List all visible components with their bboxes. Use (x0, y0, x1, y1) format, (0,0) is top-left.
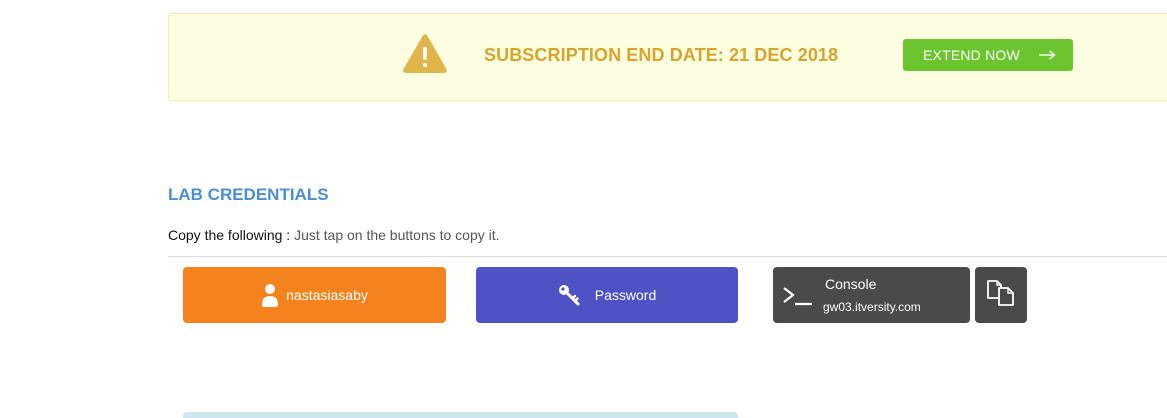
divider (168, 256, 1167, 257)
copy-icon (986, 279, 1016, 312)
next-panel (183, 412, 738, 418)
page: SUBSCRIPTION END DATE: 21 DEC 2018 EXTEN… (0, 0, 1167, 418)
username-copy-button[interactable]: nastasiasaby (183, 267, 446, 323)
extend-now-button[interactable]: EXTEND NOW (903, 39, 1073, 71)
terminal-icon (782, 285, 814, 312)
lab-credentials-title: LAB CREDENTIALS (168, 185, 329, 204)
console-host: gw03.itversity.com (823, 300, 921, 314)
copy-instructions: Copy the following : Just tap on the but… (168, 227, 500, 243)
copy-button[interactable] (975, 267, 1027, 323)
copy-instructions-label: Copy the following : (168, 227, 291, 243)
console-button[interactable]: Console gw03.itversity.com (773, 267, 970, 323)
console-title: Console (825, 276, 877, 292)
password-label: Password (594, 287, 657, 303)
key-icon (558, 284, 580, 306)
user-icon (261, 283, 279, 307)
extend-now-label: EXTEND NOW (923, 47, 1020, 63)
username-label: nastasiasaby (286, 287, 368, 303)
arrow-right-icon (1038, 50, 1056, 60)
subscription-end-date: SUBSCRIPTION END DATE: 21 DEC 2018 (484, 45, 839, 65)
warning-icon (402, 33, 448, 75)
subscription-banner: SUBSCRIPTION END DATE: 21 DEC 2018 EXTEN… (168, 13, 1167, 101)
password-copy-button[interactable]: Password (476, 267, 738, 323)
copy-instructions-text: Just tap on the buttons to copy it. (290, 227, 500, 243)
